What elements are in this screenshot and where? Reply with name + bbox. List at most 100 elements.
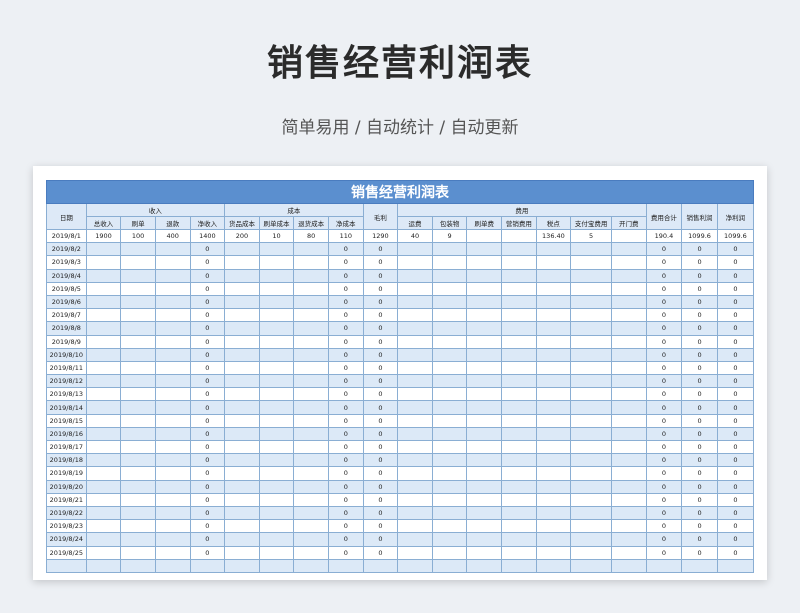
table-cell[interactable] [224, 387, 260, 402]
table-cell[interactable] [397, 453, 433, 468]
table-cell[interactable] [154, 413, 191, 428]
table-cell[interactable]: 190.4 [645, 228, 683, 244]
table-cell[interactable]: 0 [327, 479, 364, 494]
table-cell[interactable] [120, 479, 156, 494]
table-cell[interactable] [535, 479, 572, 494]
table-cell[interactable]: 0 [327, 466, 364, 481]
table-cell[interactable] [466, 545, 503, 560]
table-cell[interactable]: 0 [327, 400, 364, 415]
table-cell[interactable]: 0 [189, 400, 226, 415]
table-cell[interactable] [535, 413, 572, 428]
table-cell[interactable] [610, 532, 647, 547]
table-cell[interactable] [535, 334, 572, 349]
table-cell[interactable] [466, 347, 503, 362]
table-cell[interactable] [501, 532, 537, 547]
table-cell[interactable] [535, 321, 572, 336]
table-cell[interactable] [466, 439, 503, 455]
table-cell[interactable] [535, 281, 572, 296]
table-cell[interactable] [154, 400, 191, 415]
table-cell[interactable] [501, 281, 537, 296]
table-cell[interactable] [466, 281, 503, 296]
table-cell[interactable]: 0 [189, 426, 226, 442]
table-cell[interactable] [120, 308, 156, 323]
table-cell[interactable] [397, 532, 433, 547]
table-cell[interactable] [570, 439, 612, 455]
table-cell[interactable]: 0 [362, 281, 399, 296]
table-cell[interactable] [501, 413, 537, 428]
table-cell[interactable] [85, 242, 122, 257]
table-cell[interactable] [397, 387, 433, 402]
table-cell[interactable]: 0 [327, 532, 364, 547]
table-cell[interactable] [466, 532, 503, 547]
table-cell[interactable]: 0 [189, 387, 226, 402]
table-cell[interactable] [85, 466, 122, 481]
table-cell[interactable] [120, 294, 156, 310]
table-cell[interactable]: 0 [189, 505, 226, 521]
table-cell[interactable] [466, 453, 503, 468]
table-cell[interactable]: 0 [645, 413, 683, 428]
table-cell[interactable]: 0 [327, 505, 364, 521]
table-cell[interactable] [258, 426, 295, 442]
table-cell[interactable] [154, 374, 191, 389]
table-cell[interactable] [501, 255, 537, 270]
table-cell[interactable] [466, 294, 503, 310]
table-cell[interactable] [258, 479, 295, 494]
table-cell[interactable] [120, 242, 156, 257]
table-cell[interactable] [610, 558, 647, 573]
table-cell[interactable]: 0 [681, 268, 718, 283]
table-cell[interactable]: 0 [645, 479, 683, 494]
table-cell[interactable] [258, 532, 295, 547]
table-cell[interactable] [85, 281, 122, 296]
table-cell[interactable]: 0 [189, 242, 226, 257]
table-cell[interactable]: 0 [681, 519, 718, 534]
table-cell[interactable]: 0 [645, 519, 683, 534]
table-cell[interactable] [293, 308, 329, 323]
table-cell[interactable] [85, 400, 122, 415]
table-cell[interactable]: 0 [327, 308, 364, 323]
table-cell[interactable] [501, 374, 537, 389]
table-cell[interactable]: 0 [681, 294, 718, 310]
table-cell[interactable] [610, 281, 647, 296]
table-cell[interactable]: 0 [189, 532, 226, 547]
table-cell[interactable]: 0 [716, 400, 755, 415]
table-cell[interactable]: 0 [189, 294, 226, 310]
table-cell[interactable] [466, 228, 503, 244]
table-cell[interactable] [535, 360, 572, 376]
table-cell[interactable]: 0 [645, 268, 683, 283]
table-cell[interactable]: 0 [327, 519, 364, 534]
table-cell[interactable]: 0 [327, 453, 364, 468]
table-cell[interactable] [610, 228, 647, 244]
table-cell[interactable]: 1400 [189, 228, 226, 244]
table-cell[interactable] [85, 519, 122, 534]
table-cell[interactable] [466, 334, 503, 349]
table-cell[interactable]: 0 [645, 334, 683, 349]
table-cell[interactable] [154, 479, 191, 494]
table-cell[interactable] [293, 519, 329, 534]
table-cell[interactable] [431, 426, 468, 442]
table-cell[interactable]: 0 [189, 492, 226, 507]
table-cell[interactable] [570, 453, 612, 468]
table-cell[interactable] [397, 374, 433, 389]
table-cell[interactable] [258, 519, 295, 534]
table-cell[interactable] [224, 439, 260, 455]
table-cell[interactable] [120, 374, 156, 389]
table-cell[interactable] [535, 294, 572, 310]
table-cell[interactable]: 0 [189, 413, 226, 428]
table-cell[interactable] [154, 255, 191, 270]
table-cell[interactable]: 0 [189, 281, 226, 296]
table-cell[interactable] [501, 294, 537, 310]
table-cell[interactable] [154, 294, 191, 310]
table-cell[interactable] [397, 281, 433, 296]
table-cell[interactable] [120, 505, 156, 521]
table-cell[interactable] [120, 281, 156, 296]
table-cell[interactable] [431, 505, 468, 521]
table-cell[interactable]: 1099.6 [681, 228, 718, 244]
table-cell[interactable] [224, 360, 260, 376]
table-cell[interactable] [258, 413, 295, 428]
table-cell[interactable] [120, 558, 156, 573]
table-cell[interactable] [466, 321, 503, 336]
table-cell[interactable] [120, 426, 156, 442]
table-cell[interactable] [293, 334, 329, 349]
table-cell[interactable] [293, 321, 329, 336]
table-cell[interactable] [85, 479, 122, 494]
